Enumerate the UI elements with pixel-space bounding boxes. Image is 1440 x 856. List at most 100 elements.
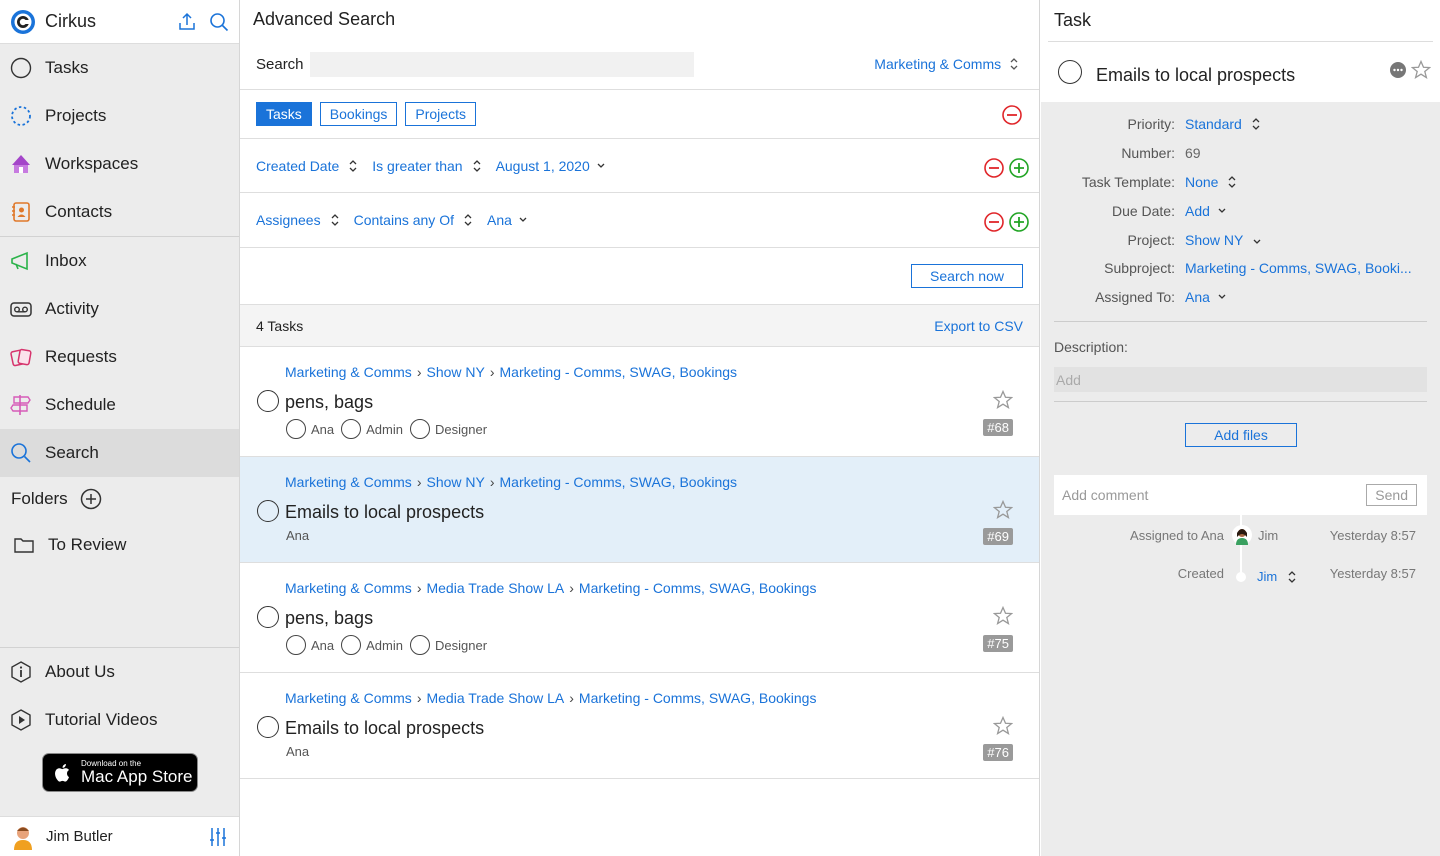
sidebar-item-tutorials[interactable]: Tutorial Videos xyxy=(0,696,239,744)
sidebar-item-contacts[interactable]: Contacts xyxy=(0,188,239,236)
export-csv-link[interactable]: Export to CSV xyxy=(934,318,1023,334)
search-row: Search Marketing & Comms xyxy=(240,40,1039,90)
star-icon[interactable] xyxy=(993,390,1013,410)
sidebar-item-schedule[interactable]: Schedule xyxy=(0,381,239,429)
sidebar-item-tasks[interactable]: Tasks xyxy=(0,44,239,92)
add-folder-icon[interactable] xyxy=(80,488,102,510)
task-name[interactable]: Emails to local prospects xyxy=(1096,65,1295,86)
sidebar-item-about[interactable]: About Us xyxy=(0,648,239,696)
settings-sliders-icon[interactable] xyxy=(209,827,227,847)
cards-icon xyxy=(10,346,32,368)
breadcrumb-item[interactable]: Marketing & Comms xyxy=(285,474,412,490)
breadcrumb-item[interactable]: Marketing - Comms, SWAG, Bookings xyxy=(500,364,738,380)
upload-icon[interactable] xyxy=(177,12,197,32)
task-title[interactable]: Emails to local prospects xyxy=(285,502,484,523)
star-icon[interactable] xyxy=(993,606,1013,626)
sidebar-item-activity[interactable]: Activity xyxy=(0,285,239,333)
task-result-row[interactable]: Marketing & Comms › Show NY › Marketing - Co… xyxy=(240,457,1039,563)
criteria-value-select[interactable]: August 1, 2020 xyxy=(496,158,606,174)
breadcrumb-item[interactable]: Marketing - Comms, SWAG, Bookings xyxy=(579,690,817,706)
search-icon[interactable] xyxy=(209,12,229,32)
remove-icon[interactable] xyxy=(1001,104,1023,126)
tab-bookings[interactable]: Bookings xyxy=(319,102,398,126)
task-result-row[interactable]: Marketing & Comms › Media Trade Show LA › Ma… xyxy=(240,563,1039,673)
subproject-link[interactable]: Marketing - Comms, SWAG, Booki... xyxy=(1185,260,1412,276)
task-checkbox[interactable] xyxy=(257,390,279,412)
criteria-value-label: August 1, 2020 xyxy=(495,157,590,174)
criteria-field-select[interactable]: Created Date xyxy=(256,158,358,174)
tab-tasks[interactable]: Tasks xyxy=(256,102,312,126)
workspace-selector[interactable]: Marketing & Comms xyxy=(874,56,1019,72)
person-name: Ana xyxy=(311,637,335,653)
activity-label: Assigned to Ana xyxy=(1130,528,1224,543)
sidebar-header: Cirkus xyxy=(0,0,239,44)
updown-chevron-icon xyxy=(331,214,339,226)
task-title[interactable]: pens, bags xyxy=(285,608,373,629)
task-title[interactable]: Emails to local prospects xyxy=(285,718,484,739)
task-people: Ana Admin Designer xyxy=(286,419,494,439)
comment-box[interactable]: Add comment Send xyxy=(1054,475,1427,515)
current-user[interactable]: Jim Butler xyxy=(0,816,239,856)
template-select[interactable]: None xyxy=(1185,174,1237,190)
task-complete-checkbox[interactable] xyxy=(1058,60,1082,84)
criteria-operator-select[interactable]: Is greater than xyxy=(372,158,481,174)
page-title: Advanced Search xyxy=(253,9,396,29)
send-button[interactable]: Send xyxy=(1366,484,1417,506)
breadcrumb-item[interactable]: Media Trade Show LA xyxy=(426,580,564,596)
sidebar-item-workspaces[interactable]: Workspaces xyxy=(0,140,239,188)
breadcrumb-item[interactable]: Marketing & Comms xyxy=(285,364,412,380)
person-avatar xyxy=(341,635,362,655)
star-icon[interactable] xyxy=(993,500,1013,520)
search-input[interactable] xyxy=(310,52,694,77)
folder-item-to-review[interactable]: To Review xyxy=(0,521,239,569)
breadcrumb-item[interactable]: Show NY xyxy=(426,364,484,380)
add-criteria-icon[interactable] xyxy=(1008,157,1030,179)
sidebar-item-search[interactable]: Search xyxy=(0,429,239,477)
activity-actor-select[interactable]: Jim xyxy=(1257,569,1297,584)
breadcrumb-item[interactable]: Media Trade Show LA xyxy=(426,690,564,706)
description-input[interactable]: Add xyxy=(1054,367,1427,392)
project-select[interactable]: Show NY xyxy=(1185,232,1262,248)
task-checkbox[interactable] xyxy=(257,500,279,522)
breadcrumb-item[interactable]: Marketing - Comms, SWAG, Bookings xyxy=(500,474,738,490)
comment-input[interactable]: Add comment xyxy=(1062,487,1148,503)
search-now-button[interactable]: Search now xyxy=(911,264,1023,288)
sidebar-item-requests[interactable]: Requests xyxy=(0,333,239,381)
activity-actor: Jim xyxy=(1232,525,1278,545)
person-name: Admin xyxy=(366,637,403,653)
mac-app-store-badge[interactable]: Download on the Mac App Store xyxy=(42,753,198,792)
add-criteria-icon[interactable] xyxy=(1008,211,1030,233)
star-icon[interactable] xyxy=(1411,60,1431,80)
task-number-badge: #75 xyxy=(983,635,1013,652)
activity-label: Created xyxy=(1177,566,1224,581)
task-result-row[interactable]: Marketing & Comms › Show NY › Marketing - Co… xyxy=(240,347,1039,457)
task-title[interactable]: pens, bags xyxy=(285,392,373,413)
assignee-select[interactable]: Ana xyxy=(1185,289,1227,305)
sidebar-item-projects[interactable]: Projects xyxy=(0,92,239,140)
remove-criteria-icon[interactable] xyxy=(983,157,1005,179)
sidebar-item-label: Inbox xyxy=(45,251,87,270)
breadcrumb-item[interactable]: Show NY xyxy=(426,474,484,490)
breadcrumb-item[interactable]: Marketing - Comms, SWAG, Bookings xyxy=(579,580,817,596)
add-files-button[interactable]: Add files xyxy=(1185,423,1297,447)
field-label: Number: xyxy=(1121,145,1175,161)
breadcrumb-item[interactable]: Marketing & Comms xyxy=(285,690,412,706)
breadcrumb-item[interactable]: Marketing & Comms xyxy=(285,580,412,596)
updown-chevron-icon xyxy=(1229,176,1236,188)
sidebar-item-inbox[interactable]: Inbox xyxy=(0,237,239,285)
task-result-row[interactable]: Marketing & Comms › Media Trade Show LA › Ma… xyxy=(240,673,1039,779)
due-date-select[interactable]: Add xyxy=(1185,203,1227,219)
star-icon[interactable] xyxy=(993,716,1013,736)
tab-projects[interactable]: Projects xyxy=(405,102,476,126)
remove-criteria-icon[interactable] xyxy=(983,211,1005,233)
criteria-field-label: Assignees xyxy=(256,212,321,228)
priority-select[interactable]: Standard xyxy=(1185,116,1261,132)
more-options-icon[interactable] xyxy=(1390,62,1406,78)
criteria-operator-select[interactable]: Contains any Of xyxy=(354,212,473,228)
criteria-value-select[interactable]: Ana xyxy=(487,212,528,228)
criteria-field-select[interactable]: Assignees xyxy=(256,212,340,228)
task-checkbox[interactable] xyxy=(257,606,279,628)
task-checkbox[interactable] xyxy=(257,716,279,738)
chevron-down-icon xyxy=(1253,239,1261,244)
activity-time: Yesterday 8:57 xyxy=(1329,566,1416,581)
